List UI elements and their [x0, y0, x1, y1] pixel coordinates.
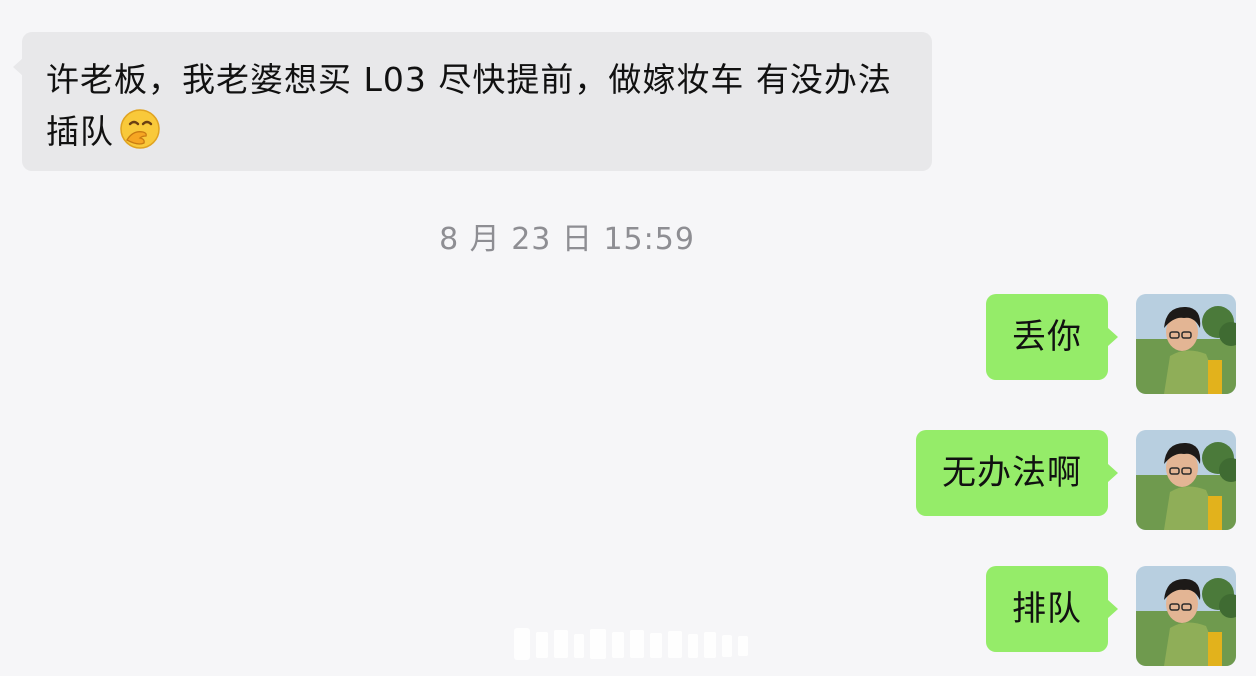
outgoing-message-text: 无办法啊 [942, 453, 1082, 493]
incoming-message-text: 许老板，我老婆想买 L03 尽快提前，做嫁妆车 有没办法插队 [46, 60, 892, 151]
outgoing-message-text: 排队 [1012, 589, 1082, 629]
chat-area: 许老板，我老婆想买 L03 尽快提前，做嫁妆车 有没办法插队 8 月 23 日 … [0, 0, 1256, 676]
outgoing-message-bubble[interactable]: 排队 [986, 566, 1118, 652]
outgoing-message-bubble[interactable]: 无办法啊 [916, 430, 1118, 516]
watermark-graphic [512, 626, 752, 662]
avatar[interactable] [1136, 294, 1236, 394]
outgoing-message-row: 无办法啊 [856, 430, 1256, 530]
avatar[interactable] [1136, 430, 1236, 530]
incoming-message-bubble[interactable]: 许老板，我老婆想买 L03 尽快提前，做嫁妆车 有没办法插队 [13, 32, 932, 171]
avatar[interactable] [1136, 566, 1236, 666]
hand-over-mouth-emoji-icon [118, 107, 162, 151]
outgoing-message-row: 丢你 [856, 294, 1256, 394]
outgoing-message-row: 排队 [856, 566, 1256, 666]
outgoing-message-bubble[interactable]: 丢你 [986, 294, 1118, 380]
outgoing-message-text: 丢你 [1012, 317, 1082, 357]
message-timestamp: 8 月 23 日 15:59 [439, 222, 695, 257]
